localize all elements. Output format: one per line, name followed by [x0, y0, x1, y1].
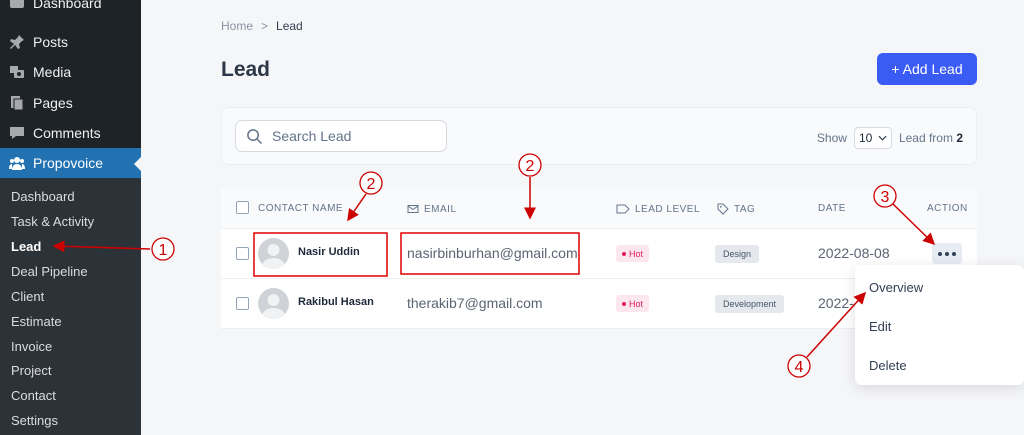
chevron-down-icon	[878, 135, 887, 141]
page-size-value: 10	[858, 131, 873, 145]
propovoice-submenu: Dashboard Task & Activity Lead Deal Pipe…	[0, 178, 141, 435]
active-indicator	[134, 157, 141, 171]
menu-item-dashboard[interactable]: Dashboard	[0, 0, 141, 18]
avatar	[258, 238, 289, 269]
row-checkbox[interactable]	[236, 247, 249, 260]
breadcrumb-separator: >	[261, 19, 269, 33]
comment-icon	[8, 125, 26, 141]
tag-badge: Development	[715, 295, 785, 313]
media-icon	[8, 64, 26, 80]
show-label: Show	[816, 131, 847, 145]
dot-icon	[952, 251, 956, 256]
header-label: LEAD LEVEL	[635, 203, 701, 215]
contact-email: nasirbinburhan@gmail.com	[407, 245, 578, 261]
submenu-item-client[interactable]: Client	[11, 287, 44, 307]
menu-item-edit[interactable]: Edit	[869, 319, 891, 334]
menu-label: Posts	[33, 34, 69, 50]
contact-email: therakib7@gmail.com	[407, 295, 543, 311]
contact-name[interactable]: Nasir Uddin	[298, 246, 360, 258]
lead-count-text: Lead from 2	[899, 131, 963, 145]
callout-1-label: 1	[159, 242, 168, 259]
submenu-item-project[interactable]: Project	[11, 361, 51, 381]
breadcrumb-current: Lead	[276, 19, 303, 33]
tag-badge: Design	[715, 245, 760, 263]
header-label: DATE	[818, 203, 846, 214]
lead-date: 2022-	[818, 295, 854, 311]
header-tag[interactable]: TAG	[717, 203, 755, 215]
lead-date: 2022-08-08	[818, 245, 890, 261]
mail-icon	[407, 205, 419, 213]
breadcrumb-home[interactable]: Home	[221, 19, 253, 33]
search-box[interactable]	[235, 120, 447, 152]
menu-item-pages[interactable]: Pages	[0, 88, 141, 118]
submenu-item-task-activity[interactable]: Task & Activity	[11, 212, 94, 232]
avatar	[258, 288, 289, 319]
search-icon	[247, 128, 262, 144]
label-icon	[616, 204, 630, 214]
header-email[interactable]: EMAIL	[407, 203, 457, 215]
menu-item-overview[interactable]: Overview	[869, 280, 923, 295]
menu-label: Pages	[33, 95, 73, 111]
header-label: TAG	[734, 203, 756, 215]
menu-item-media[interactable]: Media	[0, 57, 141, 87]
menu-item-comments[interactable]: Comments	[0, 118, 141, 148]
menu-label: Comments	[33, 125, 101, 141]
header-label: ACTION	[927, 203, 968, 214]
dashboard-icon	[8, 0, 26, 11]
callout-4-circle	[787, 354, 811, 378]
badge-label: Hot	[629, 298, 644, 309]
header-label: CONTACT NAME	[258, 203, 344, 214]
submenu-item-invoice[interactable]: Invoice	[11, 337, 52, 357]
contact-name[interactable]: Rakibul Hasan	[298, 296, 374, 308]
submenu-item-contact[interactable]: Contact	[11, 386, 56, 406]
header-label: EMAIL	[424, 203, 457, 215]
filter-bar: Show 10 Lead from 2	[221, 107, 977, 165]
lead-level-badge: Hot	[616, 245, 650, 262]
badge-dot	[622, 301, 626, 306]
row-action-dropdown: Overview Edit Delete	[855, 265, 1024, 385]
badge-label: Hot	[629, 248, 644, 259]
callout-4-label: 4	[795, 359, 804, 376]
menu-item-posts[interactable]: Posts	[0, 27, 141, 57]
tag-icon	[717, 203, 729, 215]
page-size-select[interactable]: 10	[853, 127, 892, 149]
row-checkbox[interactable]	[236, 297, 249, 310]
row-action-menu-button[interactable]	[932, 243, 962, 264]
menu-item-propovoice[interactable]: Propovoice	[0, 148, 141, 178]
menu-label: Dashboard	[33, 0, 102, 11]
submenu-item-estimate[interactable]: Estimate	[11, 312, 62, 332]
lead-level-badge: Hot	[616, 295, 650, 312]
search-input[interactable]	[272, 128, 432, 144]
pages-icon	[8, 95, 26, 111]
submenu-item-deal-pipeline[interactable]: Deal Pipeline	[11, 262, 88, 282]
badge-dot	[622, 251, 626, 256]
lead-count: 2	[956, 131, 963, 145]
menu-label: Media	[33, 64, 72, 80]
dot-icon	[938, 251, 942, 256]
breadcrumb: Home > Lead	[221, 19, 303, 33]
dot-icon	[945, 251, 949, 256]
header-date[interactable]: DATE	[818, 203, 846, 214]
menu-label: Propovoice	[33, 155, 104, 171]
pin-icon	[8, 34, 26, 50]
pagination-controls: Show 10 Lead from 2	[817, 127, 963, 149]
select-all-checkbox[interactable]	[236, 201, 249, 214]
users-icon	[8, 155, 26, 171]
menu-item-delete[interactable]: Delete	[869, 358, 907, 373]
header-contact-name[interactable]: CONTACT NAME	[258, 203, 343, 214]
submenu-item-dashboard[interactable]: Dashboard	[11, 187, 75, 207]
callout-1-circle	[151, 237, 175, 261]
header-lead-level[interactable]: LEAD LEVEL	[616, 203, 700, 215]
submenu-item-settings[interactable]: Settings	[11, 411, 58, 431]
header-action: ACTION	[927, 203, 968, 214]
page-title: Lead	[221, 58, 271, 81]
lead-from-label: Lead from	[898, 131, 953, 145]
table-header: CONTACT NAME EMAIL LEAD LEVEL TAG DATE A…	[221, 187, 977, 229]
add-lead-button[interactable]: + Add Lead	[877, 53, 977, 85]
submenu-item-lead[interactable]: Lead	[11, 237, 41, 257]
admin-sidebar: Dashboard Posts Media Pages Comments Pro…	[0, 0, 141, 435]
